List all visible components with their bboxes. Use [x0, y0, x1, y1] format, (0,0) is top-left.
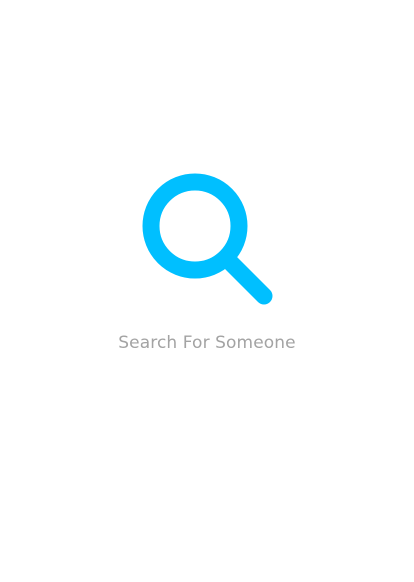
- empty-search-state: Search For Someone: [0, 0, 414, 582]
- search-screen: Search For Someone: [0, 0, 414, 582]
- search-icon: [139, 173, 276, 308]
- empty-state-message: Search For Someone: [118, 333, 296, 353]
